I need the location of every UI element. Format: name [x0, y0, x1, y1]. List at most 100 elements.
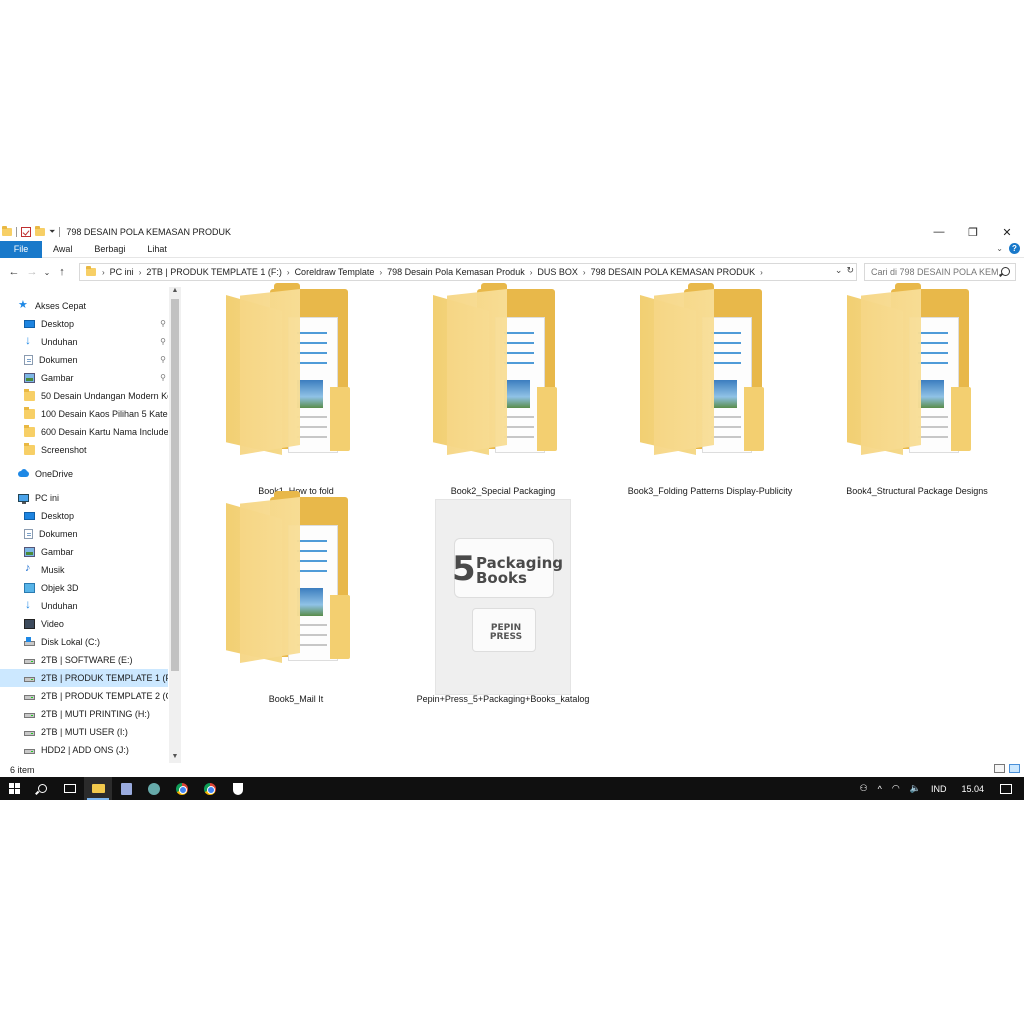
new-folder-icon[interactable] — [35, 226, 45, 236]
task-view-button[interactable] — [56, 777, 84, 800]
restore-button[interactable]: ❐ — [956, 223, 990, 241]
nav-onedrive[interactable]: OneDrive — [0, 465, 168, 483]
folder-icon — [847, 283, 987, 457]
file-item-folder[interactable]: Book1_How to fold — [206, 283, 386, 496]
nav-item-downloads[interactable]: Unduhan ⚲ — [0, 333, 168, 351]
refresh-icon[interactable]: ↻ — [846, 265, 854, 276]
folder-icon — [24, 389, 35, 401]
nav-item-pictures[interactable]: Gambar ⚲ — [0, 369, 168, 387]
nav-item-folder[interactable]: 600 Desain Kartu Nama Include I — [0, 423, 168, 441]
nav-item-drive-h[interactable]: 2TB | MUTI PRINTING (H:) — [0, 705, 168, 723]
taskbar-app[interactable] — [140, 777, 168, 800]
system-drive-icon — [24, 637, 35, 646]
forward-button[interactable]: → — [23, 266, 41, 278]
expand-ribbon-icon[interactable]: ⌄ — [996, 244, 1003, 253]
tab-view[interactable]: Lihat — [136, 244, 178, 254]
back-button[interactable]: ← — [5, 266, 23, 278]
address-bar[interactable]: › PC ini › 2TB | PRODUK TEMPLATE 1 (F:) … — [79, 263, 857, 281]
pin-icon[interactable]: ⚲ — [160, 373, 166, 382]
details-view-icon[interactable] — [994, 764, 1005, 773]
wifi-icon[interactable]: ◠ — [887, 783, 905, 794]
file-item-folder[interactable]: Book3_Folding Patterns Display-Publicity — [620, 283, 800, 496]
nav-item-label: Gambar — [41, 373, 74, 383]
nav-item-documents[interactable]: Dokumen ⚲ — [0, 351, 168, 369]
show-hidden-icons[interactable]: ^ — [873, 784, 887, 794]
breadcrumb-item[interactable]: PC ini — [105, 267, 139, 277]
nav-item-drive-f[interactable]: 2TB | PRODUK TEMPLATE 1 (F:) — [0, 669, 168, 687]
taskbar-search-button[interactable] — [28, 777, 56, 800]
recent-locations-button[interactable]: ⌄ — [41, 268, 53, 277]
folder-icon — [24, 407, 35, 419]
system-tray: ⚇ ^ ◠ 🔈 IND 15.04 — [855, 777, 1024, 800]
file-item-image[interactable]: 5 Packaging Books PEPIN PRESS Pepin+Pres… — [413, 497, 593, 704]
breadcrumb-item[interactable]: Coreldraw Template — [290, 267, 380, 277]
pin-icon[interactable]: ⚲ — [160, 319, 166, 328]
search-icon[interactable] — [1001, 267, 1010, 276]
notification-icon[interactable] — [1000, 783, 1012, 794]
large-icons-view-icon[interactable] — [1009, 764, 1020, 773]
thumbnail-brand: PEPIN PRESS — [488, 624, 524, 642]
breadcrumb-item[interactable]: 2TB | PRODUK TEMPLATE 1 (F:) — [141, 267, 287, 277]
scrollbar-thumb[interactable] — [171, 299, 179, 671]
start-button[interactable] — [0, 777, 28, 800]
nav-item-drive-g[interactable]: 2TB | PRODUK TEMPLATE 2 (G:) — [0, 687, 168, 705]
close-button[interactable]: ✕ — [990, 223, 1024, 241]
customize-toolbar-icon[interactable]: ⏷ — [49, 227, 55, 237]
volume-icon[interactable]: 🔈 — [905, 783, 926, 794]
taskbar-app[interactable] — [224, 777, 252, 800]
nav-item-music[interactable]: Musik — [0, 561, 168, 579]
nav-item-downloads[interactable]: Unduhan — [0, 597, 168, 615]
pin-icon[interactable]: ⚲ — [160, 355, 166, 364]
separator — [16, 227, 17, 237]
file-name: Book3_Folding Patterns Display-Publicity — [627, 486, 793, 496]
people-icon[interactable]: ⚇ — [855, 783, 873, 794]
nav-quick-access[interactable]: Akses Cepat — [0, 297, 168, 315]
nav-item-desktop[interactable]: Desktop — [0, 507, 168, 525]
address-dropdown-icon[interactable]: ⌄ — [835, 265, 843, 276]
tab-share[interactable]: Berbagi — [83, 244, 136, 254]
file-item-folder[interactable]: Book5_Mail It — [206, 491, 386, 704]
pin-icon[interactable]: ⚲ — [160, 337, 166, 346]
breadcrumb-item[interactable]: DUS BOX — [532, 267, 583, 277]
nav-item-folder[interactable]: 50 Desain Undangan Modern Kel — [0, 387, 168, 405]
nav-item-documents[interactable]: Dokumen — [0, 525, 168, 543]
tab-home[interactable]: Awal — [42, 244, 83, 254]
tab-file[interactable]: File — [0, 240, 42, 258]
breadcrumb-separator[interactable]: › — [760, 268, 763, 277]
file-item-folder[interactable]: Book2_Special Packaging — [413, 283, 593, 496]
clock[interactable]: 15.04 — [951, 784, 994, 794]
nav-this-pc[interactable]: PC ini — [0, 489, 168, 507]
nav-item-video[interactable]: Video — [0, 615, 168, 633]
search-box[interactable] — [864, 263, 1016, 281]
nav-scrollbar[interactable]: ▲ ▼ — [169, 287, 181, 763]
up-button[interactable]: ↑ — [53, 266, 71, 278]
folder-icon[interactable] — [2, 226, 12, 236]
taskbar-app[interactable] — [112, 777, 140, 800]
nav-item-folder[interactable]: 100 Desain Kaos Pilihan 5 Katego — [0, 405, 168, 423]
quick-access-toolbar: ⏷ — [0, 223, 61, 241]
minimize-button[interactable]: — — [922, 223, 956, 241]
nav-item-drive-j[interactable]: HDD2 | ADD ONS (J:) — [0, 741, 168, 759]
breadcrumb-item[interactable]: 798 Desain Pola Kemasan Produk — [382, 267, 530, 277]
nav-item-drive-i[interactable]: 2TB | MUTI USER (I:) — [0, 723, 168, 741]
input-language[interactable]: IND — [926, 784, 952, 794]
nav-item-desktop[interactable]: Desktop ⚲ — [0, 315, 168, 333]
scroll-down-icon[interactable]: ▼ — [169, 753, 181, 763]
nav-item-drive-e[interactable]: 2TB | SOFTWARE (E:) — [0, 651, 168, 669]
nav-item-label: 2TB | MUTI USER (I:) — [41, 727, 128, 737]
scroll-up-icon[interactable]: ▲ — [169, 287, 181, 297]
help-icon[interactable]: ? — [1009, 243, 1020, 254]
nav-item-screenshot[interactable]: Screenshot — [0, 441, 168, 459]
taskbar-chrome[interactable] — [168, 777, 196, 800]
file-item-folder[interactable]: Book4_Structural Package Designs — [827, 283, 1007, 496]
nav-item-drive-c[interactable]: Disk Lokal (C:) — [0, 633, 168, 651]
search-input[interactable] — [871, 267, 1001, 277]
item-count: 6 item — [10, 765, 35, 775]
breadcrumb-item[interactable]: 798 DESAIN POLA KEMASAN PRODUK — [586, 267, 761, 277]
nav-item-3d-objects[interactable]: Objek 3D — [0, 579, 168, 597]
taskbar-file-explorer[interactable] — [84, 777, 112, 800]
taskbar-chrome[interactable] — [196, 777, 224, 800]
properties-icon[interactable] — [21, 227, 31, 237]
music-icon — [24, 562, 35, 575]
nav-item-pictures[interactable]: Gambar — [0, 543, 168, 561]
